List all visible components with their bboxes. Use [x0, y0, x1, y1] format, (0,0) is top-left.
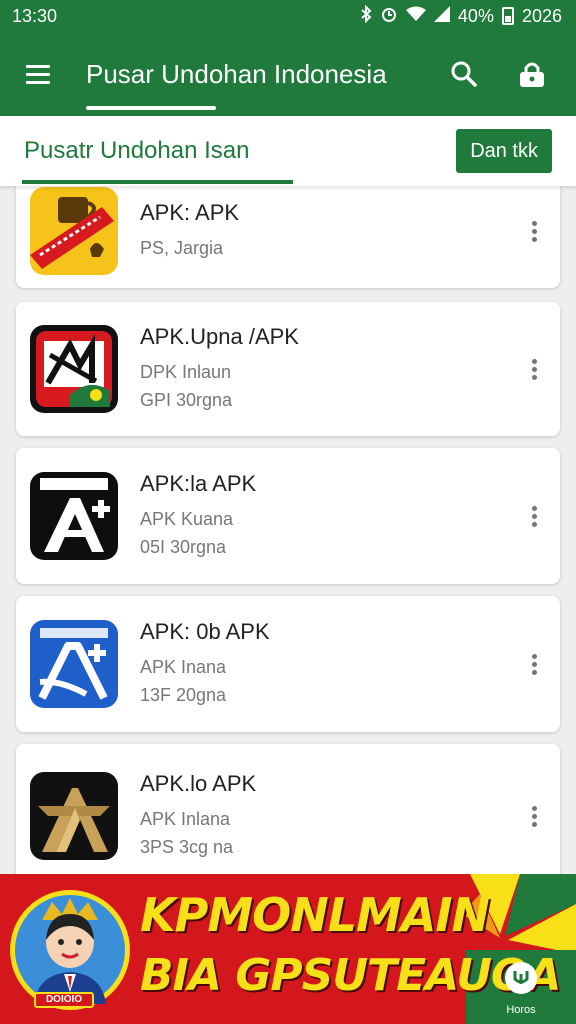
battery-percent: 40%: [457, 5, 494, 26]
status-icons: 40% 2026: [360, 4, 562, 27]
battery-icon: [501, 7, 514, 25]
app-title: Pusar Undohan Indonesia: [86, 58, 387, 89]
app-title: APK: 0b APK: [140, 619, 270, 644]
blue-a-plus-icon: [30, 620, 118, 708]
app-size: 05I 30rgna: [140, 537, 227, 557]
menu-icon: [26, 64, 50, 68]
lock-icon: [520, 62, 544, 87]
yellow-mug-icon: [30, 187, 118, 275]
list-item[interactable]: APK: APK PS, Jargia: [16, 186, 560, 288]
promo-banner[interactable]: DOIOIO KPMONLMAIN BIA GPSUTEAUOA Horos: [0, 874, 576, 1024]
app-size: GPI 30rgna: [140, 390, 233, 410]
app-title: APK: APK: [140, 200, 240, 225]
status-right-time: 2026: [521, 5, 562, 26]
lock-button[interactable]: [508, 50, 556, 98]
app-size: 13F 20gna: [140, 685, 227, 705]
more-options-button[interactable]: [516, 213, 552, 249]
red-black-badge-icon: [30, 325, 118, 413]
shield-icon: [505, 962, 537, 994]
tab-main[interactable]: Pusatr Undohan Isan: [21, 116, 295, 186]
list-item[interactable]: APK:la APK APK Kuana 05I 30rgna: [16, 448, 560, 584]
avatar-badge: DOIOIO: [34, 992, 94, 1008]
list-item[interactable]: APK: 0b APK APK Inana 13F 20gna: [16, 596, 560, 732]
search-button[interactable]: [440, 50, 488, 98]
black-a-plus-icon: [30, 472, 118, 560]
more-options-button[interactable]: [516, 646, 552, 682]
menu-button[interactable]: [14, 48, 66, 100]
app-list: APK: APK PS, Jargia APK.Upna /APK DPK In…: [0, 186, 576, 874]
search-icon: [451, 61, 477, 87]
bluetooth-icon: [360, 4, 372, 27]
status-bar: 13:30 40% 2026: [0, 0, 576, 32]
banner-side-label: Horos: [506, 1004, 536, 1016]
app-title: APK:la APK: [140, 471, 257, 496]
status-time: 13:30: [12, 5, 58, 26]
list-item[interactable]: APK.Upna /APK DPK Inlaun GPI 30rgna: [16, 302, 560, 436]
app-subtitle: APK Inana: [140, 657, 227, 677]
app-title: APK.Upna /APK: [140, 324, 299, 349]
app-subtitle: APK Kuana: [140, 509, 234, 529]
action-button[interactable]: Dan tkk: [456, 129, 552, 173]
app-title: APK.lo APK: [140, 771, 257, 796]
list-item[interactable]: APK.lo APK APK Inlana 3PS 3cg na: [16, 744, 560, 874]
more-options-button[interactable]: [516, 498, 552, 534]
alarm-icon: [380, 5, 398, 27]
signal-icon: [433, 6, 450, 26]
more-options-button[interactable]: [516, 351, 552, 387]
app-subtitle: PS, Jargia: [140, 238, 224, 258]
sub-bar: Pusatr Undohan Isan Dan tkk: [0, 116, 576, 186]
app-size: 3PS 3cg na: [140, 837, 234, 857]
app-subtitle: DPK Inlaun: [140, 362, 232, 382]
more-options-button[interactable]: [516, 798, 552, 834]
banner-subheadline: BIA GPSUTEAUOA: [140, 950, 561, 1001]
wifi-icon: [405, 6, 426, 26]
banner-headline: KPMONLMAIN: [140, 888, 490, 942]
title-underline: [86, 106, 216, 110]
gold-a-icon: [30, 772, 118, 860]
app-bar: Pusar Undohan Indonesia: [0, 32, 576, 116]
app-subtitle: APK Inlana: [140, 809, 231, 829]
